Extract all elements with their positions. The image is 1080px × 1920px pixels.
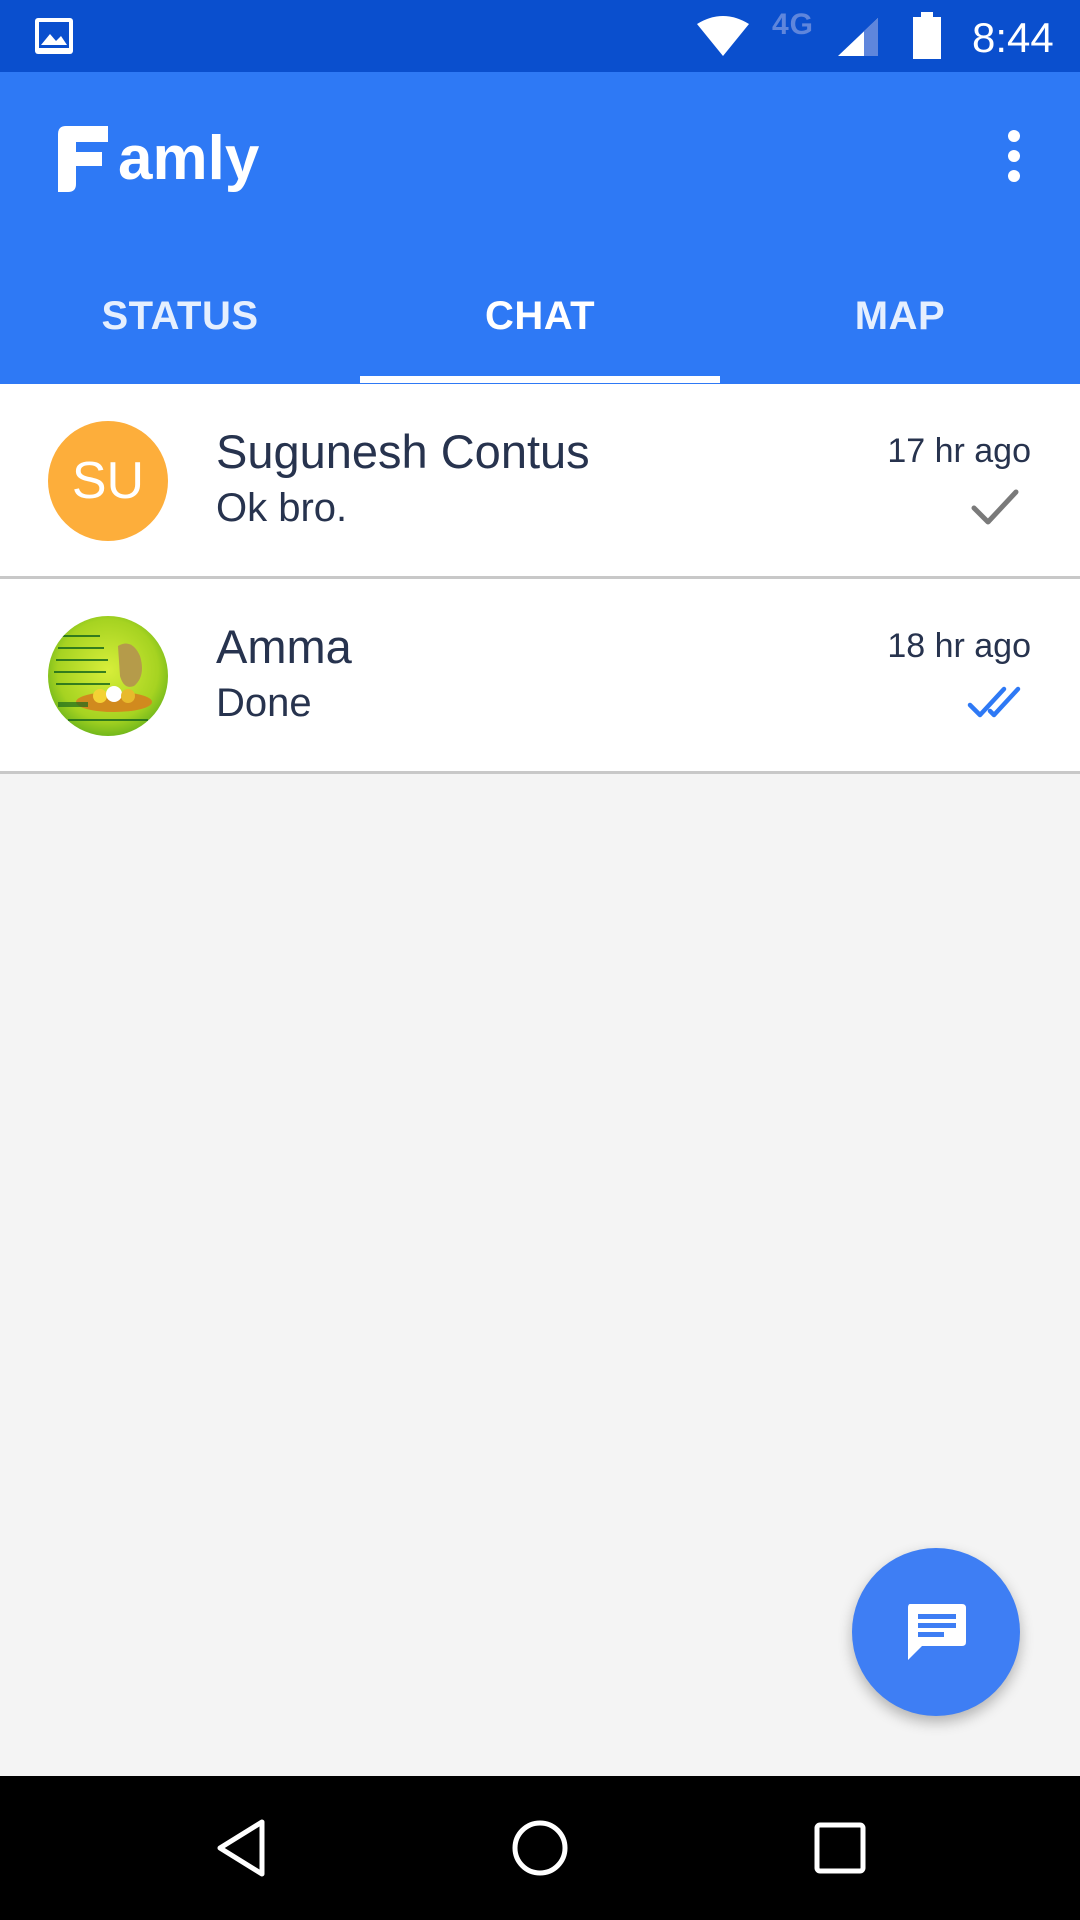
logo-f-icon — [58, 126, 108, 192]
gallery-icon — [35, 18, 73, 54]
tab-map[interactable]: MAP — [720, 262, 1080, 384]
new-chat-button[interactable] — [852, 1548, 1020, 1716]
app-title: amly — [118, 124, 260, 193]
recents-icon[interactable] — [812, 1820, 868, 1876]
status-bar: 4G 8:44 — [0, 0, 1080, 72]
app-logo: amly — [58, 122, 259, 192]
battery-icon — [913, 12, 941, 59]
chat-last-message: Ok bro. — [216, 486, 348, 530]
home-icon[interactable] — [510, 1818, 570, 1878]
clock: 8:44 — [972, 14, 1054, 61]
chat-time: 18 hr ago — [887, 627, 1031, 665]
system-nav-bar — [0, 1776, 1080, 1920]
avatar[interactable]: SU — [48, 421, 168, 541]
screen: 4G 8:44 amly STATUS CHAT MAP SU Sugunesh… — [0, 0, 1080, 1920]
chat-row-sugunesh[interactable]: SU Sugunesh Contus Ok bro. 17 hr ago — [0, 384, 1080, 579]
network-type-label: 4G — [772, 8, 815, 41]
active-tab-indicator — [360, 376, 720, 383]
signal-icon — [838, 18, 878, 56]
chat-row-amma[interactable]: Amma Done 18 hr ago — [0, 579, 1080, 774]
check-icon — [971, 489, 1019, 525]
chat-time: 17 hr ago — [887, 432, 1031, 470]
avatar[interactable] — [48, 616, 168, 736]
tab-bar: STATUS CHAT MAP — [0, 262, 1080, 384]
chat-list: SU Sugunesh Contus Ok bro. 17 hr ago Amm… — [0, 384, 1080, 774]
chat-last-message: Done — [216, 681, 312, 725]
chat-name: Sugunesh Contus — [216, 425, 590, 478]
app-bar: amly STATUS CHAT MAP — [0, 72, 1080, 384]
avatar-image — [48, 616, 168, 736]
double-check-icon — [967, 686, 1021, 718]
wifi-icon — [697, 16, 749, 56]
back-icon[interactable] — [212, 1818, 272, 1878]
tab-status[interactable]: STATUS — [0, 262, 360, 384]
more-vert-icon[interactable] — [996, 128, 1032, 184]
tab-chat[interactable]: CHAT — [360, 262, 720, 384]
chat-name: Amma — [216, 620, 352, 673]
message-icon — [908, 1604, 966, 1660]
